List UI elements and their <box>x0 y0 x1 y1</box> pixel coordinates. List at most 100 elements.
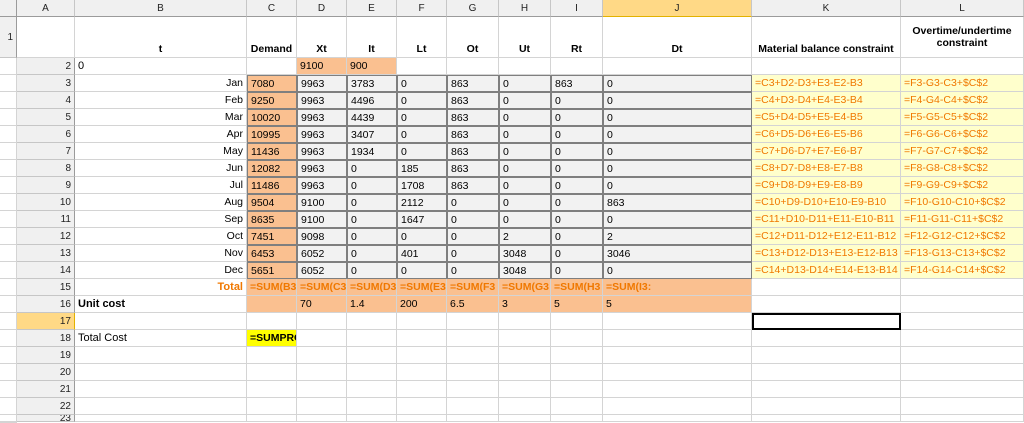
cell-c23[interactable] <box>297 415 347 422</box>
cell-material-balance-14[interactable]: =C14+D13-D14+E14-E13-B14 <box>752 262 901 279</box>
cell-rt-6[interactable]: 0 <box>551 126 603 143</box>
row-header-12[interactable]: 12 <box>17 228 75 245</box>
cell-dt-13[interactable]: 3046 <box>603 245 752 262</box>
cell-k21[interactable] <box>901 381 1024 398</box>
cell-ot-7[interactable]: 863 <box>447 143 499 160</box>
cell-ut-8[interactable]: 0 <box>499 160 551 177</box>
cell-i22[interactable] <box>603 398 752 415</box>
cell-xt-12[interactable]: 9098 <box>297 228 347 245</box>
cell-total-g[interactable]: =SUM(G3 <box>499 279 551 296</box>
cell-rt-11[interactable]: 0 <box>551 211 603 228</box>
cell-totalcost-label[interactable]: Total Cost <box>75 330 247 347</box>
cell-overtime-10[interactable]: =F10-G10-C10+$C$2 <box>901 194 1024 211</box>
cell-b17[interactable] <box>247 313 297 330</box>
cell-it-12[interactable]: 0 <box>347 228 397 245</box>
cell-c18[interactable] <box>297 330 347 347</box>
cell-i2[interactable] <box>603 58 752 75</box>
cell-d19[interactable] <box>347 347 397 364</box>
cell-overtime-9[interactable]: =F9-G9-C9+$C$2 <box>901 177 1024 194</box>
cell-total-i[interactable]: =SUM(I3: <box>603 279 752 296</box>
cell-it-6[interactable]: 3407 <box>347 126 397 143</box>
cell-xt-4[interactable]: 9963 <box>297 92 347 109</box>
cell-m21[interactable] <box>0 398 17 415</box>
cell-dt-7[interactable]: 0 <box>603 143 752 160</box>
cell-e17[interactable] <box>397 313 447 330</box>
cell-ot-10[interactable]: 0 <box>447 194 499 211</box>
cell-j15[interactable] <box>752 279 901 296</box>
cell-month-4[interactable]: Feb <box>75 92 247 109</box>
cell-h19[interactable] <box>551 347 603 364</box>
row-header-19[interactable]: 19 <box>17 347 75 364</box>
cell-demand-8[interactable]: 12082 <box>247 160 297 177</box>
cell-e20[interactable] <box>397 364 447 381</box>
cell-a2[interactable]: 0 <box>75 58 247 75</box>
cell-k2[interactable] <box>901 58 1024 75</box>
cell-total-c[interactable]: =SUM(C3 <box>297 279 347 296</box>
cell-m14[interactable] <box>0 279 17 296</box>
cell-m17[interactable] <box>0 330 17 347</box>
cell-it-4[interactable]: 4496 <box>347 92 397 109</box>
cell-ot-6[interactable]: 863 <box>447 126 499 143</box>
cell-m1[interactable] <box>0 58 17 75</box>
cell-f18[interactable] <box>447 330 499 347</box>
cell-k22[interactable] <box>901 398 1024 415</box>
row-header-23[interactable]: 23 <box>17 415 75 422</box>
cell-lt-7[interactable]: 0 <box>397 143 447 160</box>
cell-ut-12[interactable]: 2 <box>499 228 551 245</box>
cell-j19[interactable] <box>752 347 901 364</box>
cell-dt-4[interactable]: 0 <box>603 92 752 109</box>
cell-it-initial[interactable]: 900 <box>347 58 397 75</box>
cell-month-8[interactable]: Jun <box>75 160 247 177</box>
cell-ot-3[interactable]: 863 <box>447 75 499 92</box>
cell-month-12[interactable]: Oct <box>75 228 247 245</box>
cell-k23[interactable] <box>901 415 1024 422</box>
cell-total-e[interactable]: =SUM(E3 <box>397 279 447 296</box>
cell-it-7[interactable]: 1934 <box>347 143 397 160</box>
cell-it-3[interactable]: 3783 <box>347 75 397 92</box>
cell-total-d[interactable]: =SUM(D3 <box>347 279 397 296</box>
cell-e2[interactable] <box>397 58 447 75</box>
row-header-3[interactable]: 3 <box>17 75 75 92</box>
cell-ut-11[interactable]: 0 <box>499 211 551 228</box>
cell-lt-13[interactable]: 401 <box>397 245 447 262</box>
cell-a20[interactable] <box>75 364 247 381</box>
cell-lt-14[interactable]: 0 <box>397 262 447 279</box>
cell-overtime-12[interactable]: =F12-G12-C12+$C$2 <box>901 228 1024 245</box>
cell-b21[interactable] <box>247 381 297 398</box>
cell-m10[interactable] <box>0 211 17 228</box>
cell-lt-12[interactable]: 0 <box>397 228 447 245</box>
cell-material-balance-6[interactable]: =C6+D5-D6+E6-E5-B6 <box>752 126 901 143</box>
cell-ot-4[interactable]: 863 <box>447 92 499 109</box>
cell-g17[interactable] <box>499 313 551 330</box>
cell-d21[interactable] <box>347 381 397 398</box>
cell-i23[interactable] <box>603 415 752 422</box>
cell-ot-14[interactable]: 0 <box>447 262 499 279</box>
cell-material-balance-11[interactable]: =C11+D10-D11+E11-E10-B11 <box>752 211 901 228</box>
cell-m7[interactable] <box>0 160 17 177</box>
cell-material-balance-10[interactable]: =C10+D9-D10+E10-E9-B10 <box>752 194 901 211</box>
cell-ot-12[interactable]: 0 <box>447 228 499 245</box>
cell-xt-8[interactable]: 9963 <box>297 160 347 177</box>
cell-demand-4[interactable]: 9250 <box>247 92 297 109</box>
cell-demand-6[interactable]: 10995 <box>247 126 297 143</box>
cell-m15[interactable] <box>0 296 17 313</box>
cell-e21[interactable] <box>397 381 447 398</box>
cell-it-14[interactable]: 0 <box>347 262 397 279</box>
cell-dt-9[interactable]: 0 <box>603 177 752 194</box>
cell-month-5[interactable]: Mar <box>75 109 247 126</box>
cell-lt-4[interactable]: 0 <box>397 92 447 109</box>
cell-material-balance-12[interactable]: =C12+D11-D12+E12-E11-B12 <box>752 228 901 245</box>
column-header-I[interactable]: I <box>551 0 603 17</box>
cell-m19[interactable] <box>0 364 17 381</box>
cell-m8[interactable] <box>0 177 17 194</box>
cell-xt-3[interactable]: 9963 <box>297 75 347 92</box>
cell-dt-6[interactable]: 0 <box>603 126 752 143</box>
cell-c21[interactable] <box>297 381 347 398</box>
cell-i20[interactable] <box>603 364 752 381</box>
cell-k17[interactable] <box>901 313 1024 330</box>
row-header-13[interactable]: 13 <box>17 245 75 262</box>
cell-m20[interactable] <box>0 381 17 398</box>
column-header-K[interactable]: K <box>752 0 901 17</box>
cell-xt-7[interactable]: 9963 <box>297 143 347 160</box>
cell-rt-7[interactable]: 0 <box>551 143 603 160</box>
